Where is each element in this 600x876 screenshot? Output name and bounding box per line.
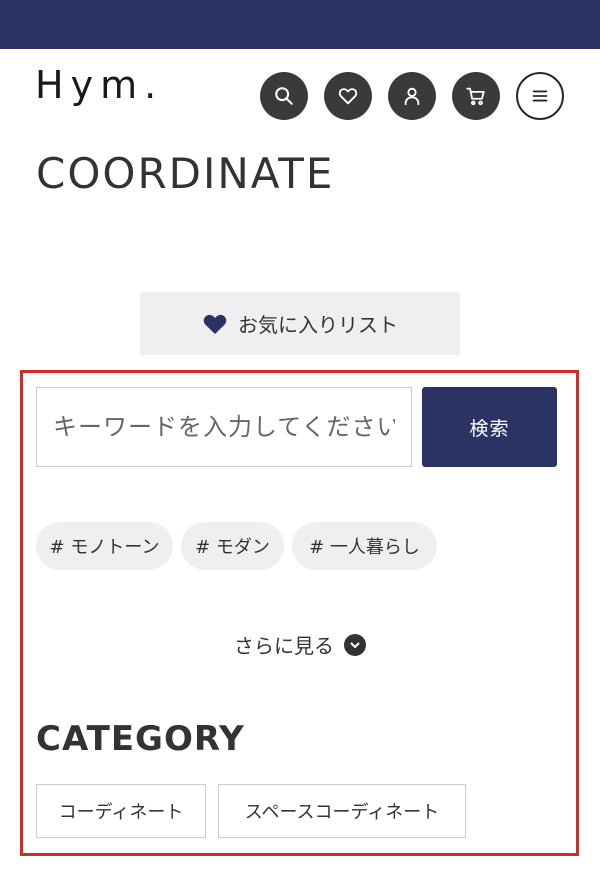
show-more-label: さらに見る	[234, 634, 334, 658]
keyword-search-input[interactable]	[36, 387, 412, 467]
tag-chip-single-living[interactable]: # 一人暮らし	[292, 522, 437, 570]
cart-button[interactable]	[452, 72, 500, 120]
category-heading: CATEGORY	[36, 719, 245, 759]
cart-icon	[465, 85, 487, 107]
top-banner	[0, 0, 600, 49]
heart-icon	[337, 85, 359, 107]
site-logo[interactable]: Hym.	[35, 66, 163, 104]
search-icon	[273, 85, 295, 107]
tag-chip-modern[interactable]: # モダン	[181, 522, 284, 570]
page-title: COORDINATE	[36, 149, 335, 198]
tag-chip-monotone[interactable]: # モノトーン	[36, 522, 173, 570]
heart-filled-icon	[202, 312, 228, 336]
show-more-button[interactable]: さらに見る	[0, 630, 600, 659]
favorites-button[interactable]	[324, 72, 372, 120]
category-coordinate[interactable]: コーディネート	[36, 784, 206, 838]
search-submit-button[interactable]: 検索	[422, 387, 557, 467]
category-space-coordinate[interactable]: スペースコーディネート	[218, 784, 466, 838]
search-button[interactable]	[260, 72, 308, 120]
menu-button[interactable]	[516, 72, 564, 120]
favorite-list-label: お気に入りリスト	[238, 313, 398, 337]
menu-icon	[529, 85, 551, 107]
chevron-down-icon	[344, 633, 366, 656]
favorite-list-button[interactable]: お気に入りリスト	[140, 292, 460, 355]
account-button[interactable]	[388, 72, 436, 120]
user-icon	[401, 85, 423, 107]
